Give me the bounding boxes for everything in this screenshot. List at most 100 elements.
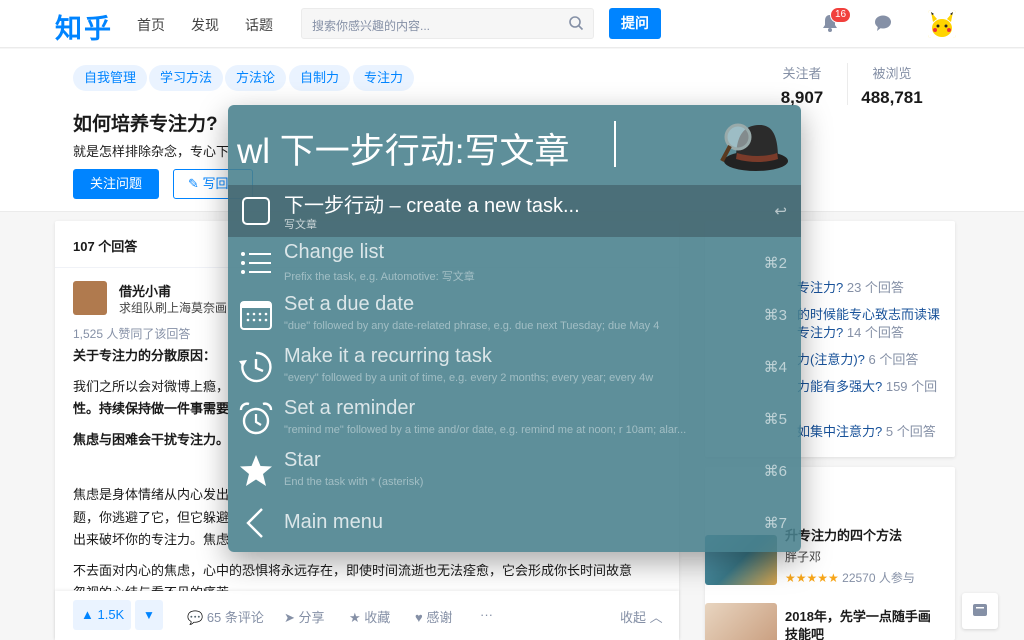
related-question-title: 的时候能专心致志而读课 — [797, 307, 941, 322]
result-title: Change list — [284, 241, 385, 263]
result-subtitle: "remind me" followed by a time and/or da… — [284, 424, 687, 436]
share-label: 分享 — [298, 610, 325, 625]
related-question-title: 力(注意力)? — [797, 352, 865, 367]
nav-home[interactable]: 首页 — [137, 15, 165, 35]
answer-paragraph: 焦虑是身体情绪从内心发出 — [73, 487, 230, 502]
related-question[interactable]: 专注力? 23 个回答 — [797, 278, 904, 298]
thanks-button[interactable]: ♥ 感谢 — [415, 607, 452, 626]
comment-icon: 💬 — [187, 610, 207, 625]
heart-icon: ♥ — [415, 610, 427, 625]
question-description: 就是怎样排除杂念，专心下 — [73, 144, 230, 159]
result-shortcut: ⌘3 — [763, 307, 787, 324]
related-question[interactable]: 专注力? 14 个回答 — [797, 323, 904, 343]
zhihu-logo[interactable]: 知乎 — [55, 7, 113, 46]
answer-paragraph: 焦虑与困难会干扰专注力。 — [73, 432, 230, 447]
pencil-icon: ✎ — [188, 176, 203, 191]
topic-tag[interactable]: 自我管理 — [73, 65, 148, 91]
related-question-count: 159 个回 — [882, 379, 938, 394]
related-question[interactable]: 如集中注意力? 5 个回答 — [797, 422, 936, 442]
ask-button[interactable]: 提问 — [609, 8, 661, 39]
alarm-icon — [239, 402, 273, 435]
answer-paragraph: 性。持续保持做一件事需要 — [73, 401, 230, 416]
search-placeholder: 搜索你感兴趣的内容... — [312, 19, 431, 33]
collapse-label: 收起 — [620, 610, 647, 625]
related-question[interactable]: 力能有多强大? 159 个回 — [797, 377, 937, 397]
alfred-result-row[interactable]: Set a due date "due" followed by any dat… — [228, 289, 801, 341]
top-nav: 知乎 首页 发现 话题 搜索你感兴趣的内容... 提问 16 — [0, 0, 1024, 48]
upvote-button[interactable]: ▲ 1.5K — [73, 600, 131, 630]
alfred-result-row[interactable]: Main menu ⌘7 — [228, 497, 801, 549]
question-title: 如何培养专注力? — [73, 114, 218, 135]
alfred-launcher: wl 下一步行动:写文章 下一步行动 – create a new task..… — [228, 105, 801, 552]
downvote-button[interactable]: ▼ — [135, 600, 163, 630]
result-subtitle: 写文章 — [284, 219, 317, 231]
live-title[interactable]: 升专注力的四个方法 — [785, 525, 902, 544]
stat-divider — [847, 63, 848, 105]
alfred-result-row[interactable]: 下一步行动 – create a new task... 写文章 ↩ — [228, 185, 801, 237]
live-title[interactable]: 2018年，先学一点随手画 — [785, 606, 931, 625]
comments-label: 65 条评论 — [206, 610, 264, 625]
alfred-hat-icon — [720, 123, 788, 171]
write-answer-label: 写回 — [202, 176, 229, 191]
answer-paragraph: 不去面对内心的焦虑，心中的恐惧将永远存在，即使时间流逝也无法痊愈，它会形成你长时… — [73, 563, 633, 578]
related-question[interactable]: 的时候能专心致志而读课 — [797, 305, 940, 325]
result-title: 下一步行动 – create a new task... — [284, 195, 580, 217]
alfred-result-row[interactable]: Star End the task with * (asterisk) ⌘6 — [228, 445, 801, 497]
result-subtitle: End the task with * (asterisk) — [284, 476, 424, 488]
alfred-result-row[interactable]: Make it a recurring task "every" followe… — [228, 341, 801, 393]
followers-label: 关注者 — [782, 66, 822, 81]
result-title: Set a reminder — [284, 397, 416, 419]
related-question-count: 23 个回答 — [843, 280, 904, 295]
result-shortcut: ⌘2 — [763, 255, 787, 272]
collect-button[interactable]: ★ 收藏 — [349, 607, 390, 626]
followers-stat[interactable]: 关注者 8,907 — [776, 63, 828, 108]
more-button[interactable]: ··· — [480, 607, 493, 622]
related-question-title: 专注力? — [797, 280, 844, 295]
author-name[interactable]: 借光小甫 — [119, 281, 171, 300]
related-question-title: 力能有多强大? — [797, 379, 883, 394]
author-avatar[interactable] — [73, 281, 107, 315]
nav-topics[interactable]: 话题 — [245, 15, 273, 35]
result-title: Set a due date — [284, 293, 415, 315]
topic-tag[interactable]: 自制力 — [289, 65, 351, 91]
follow-question-button[interactable]: 关注问题 — [73, 169, 159, 199]
feedback-icon — [973, 604, 987, 616]
feedback-button[interactable] — [962, 593, 998, 629]
answer-count: 107 个回答 — [73, 239, 138, 254]
vote-count-text[interactable]: 1,525 人赞同了该回答 — [73, 325, 190, 342]
share-button[interactable]: ➤ 分享 — [284, 607, 325, 626]
related-question-count: 6 个回答 — [864, 352, 919, 367]
result-shortcut: ⌘4 — [763, 359, 787, 376]
user-avatar[interactable] — [928, 10, 956, 38]
related-question-count: 5 个回答 — [882, 424, 936, 439]
search-input[interactable]: 搜索你感兴趣的内容... — [301, 8, 594, 39]
answer-paragraph: 题，你逃避了它，但它躲避 — [73, 510, 230, 525]
alfred-result-row[interactable]: Set a reminder "remind me" followed by a… — [228, 393, 801, 445]
result-subtitle: "due" followed by any date-related phras… — [284, 320, 660, 332]
nav-explore[interactable]: 发现 — [191, 15, 219, 35]
back-icon — [246, 508, 263, 538]
related-question[interactable]: 力(注意力)? 6 个回答 — [797, 350, 918, 370]
result-shortcut: ⌘7 — [763, 515, 787, 532]
comments-button[interactable]: 💬 65 条评论 — [187, 607, 264, 626]
message-icon[interactable] — [873, 13, 893, 33]
alfred-query-input[interactable]: wl 下一步行动:写文章 — [237, 123, 570, 174]
views-label: 被浏览 — [872, 66, 912, 81]
answer-paragraph: 关于专注力的分散原因： — [73, 348, 217, 363]
result-title: Make it a recurring task — [284, 345, 492, 367]
star-icon — [240, 455, 272, 486]
search-icon[interactable] — [568, 15, 584, 31]
live-thumbnail[interactable] — [705, 603, 777, 640]
topic-tag[interactable]: 专注力 — [353, 65, 415, 91]
alfred-result-row[interactable]: Change list Prefix the task, e.g. Automo… — [228, 237, 801, 289]
collapse-button[interactable]: 收起 ︿ — [620, 607, 663, 626]
text-caret — [614, 121, 616, 167]
topic-tag[interactable]: 方法论 — [225, 65, 287, 91]
live-title-line2: 技能吧 — [785, 627, 825, 640]
share-icon: ➤ — [284, 610, 299, 625]
topic-tag[interactable]: 学习方法 — [149, 65, 224, 91]
collect-label: 收藏 — [364, 610, 391, 625]
answer-action-bar: ▲ 1.5K ▼ 💬 65 条评论 ➤ 分享 ★ 收藏 ♥ 感谢 ··· 收起 … — [55, 591, 679, 640]
live-rating: ★★★★★ 22570 人参与 — [785, 569, 915, 586]
result-shortcut: ⌘6 — [763, 463, 787, 480]
